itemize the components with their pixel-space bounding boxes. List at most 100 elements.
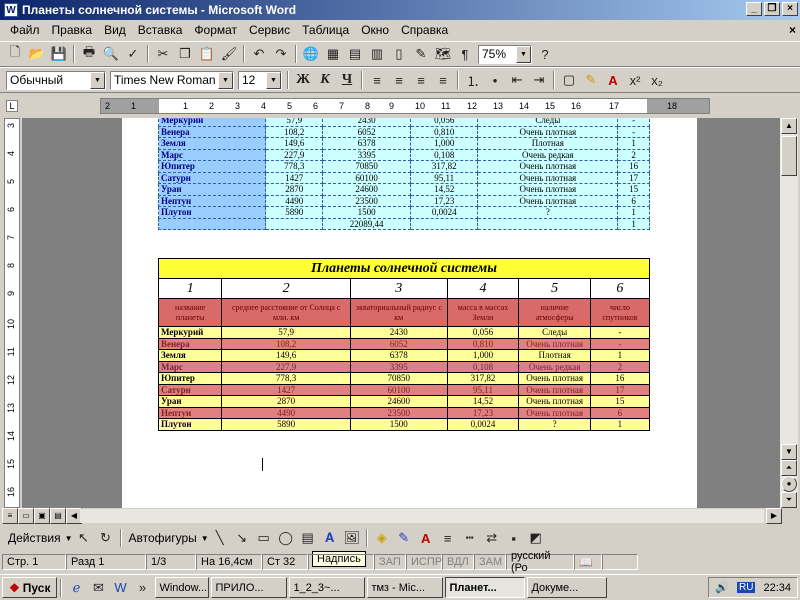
line-style-icon[interactable]: ≡ (437, 527, 459, 549)
table-cell[interactable]: Очень плотная (477, 194, 619, 207)
arrow-style-icon[interactable]: ⇄ (481, 527, 503, 549)
column-number[interactable]: 4 (446, 278, 520, 299)
spelling-icon[interactable]: ✓ (122, 43, 144, 65)
planet-name-cell[interactable]: Нептун (157, 406, 223, 419)
table-cell[interactable]: 4490 (265, 194, 324, 207)
task-tmz[interactable]: тмз - Mic... (367, 577, 444, 598)
actions-menu[interactable]: Действия (4, 531, 65, 545)
table-cell[interactable]: 2 (617, 148, 650, 161)
table-cell[interactable]: 1500 (349, 418, 448, 431)
highlight-icon[interactable]: ✎ (580, 69, 602, 91)
scroll-down-icon[interactable]: ▼ (781, 444, 797, 460)
style-select[interactable]: Обычный ▼ (6, 70, 106, 90)
restore-button[interactable]: ❐ (764, 2, 780, 16)
planet-name-cell[interactable]: Юпитер (157, 372, 223, 385)
select-objects-icon[interactable]: ↖ (73, 527, 95, 549)
bullets-icon[interactable]: • (484, 69, 506, 91)
spelling-status-icon[interactable]: 📖 (574, 554, 602, 570)
table-cell[interactable]: 149,6 (221, 349, 351, 362)
planet-name-cell[interactable]: Венера (157, 337, 223, 350)
task-window[interactable]: Window... (155, 577, 210, 598)
planet-name-cell[interactable]: Марс (157, 148, 267, 161)
table-title[interactable]: Планеты солнечной системы (158, 258, 650, 279)
chevron-down-icon[interactable]: ▼ (218, 71, 233, 89)
planet-name-cell[interactable]: Земля (157, 349, 223, 362)
table-cell[interactable] (410, 217, 479, 230)
font-color-icon[interactable]: A (602, 69, 624, 91)
table-cell[interactable]: 1 (617, 137, 650, 150)
planets-table-top[interactable]: Меркурий 57,9 2430 0,056 Следы - Венера 108,2 60… (157, 118, 650, 230)
table-cell[interactable]: 1,000 (410, 137, 479, 150)
table-cell[interactable]: 23500 (322, 194, 412, 207)
bold-button[interactable]: Ж (292, 69, 314, 91)
align-center-icon[interactable]: ≡ (388, 69, 410, 91)
vertical-ruler[interactable]: 3 4 5 6 7 8 9 10 11 12 13 14 15 16 (4, 118, 20, 508)
table-cell[interactable]: 15 (589, 395, 651, 408)
table-cell[interactable] (477, 217, 619, 230)
language-indicator[interactable]: RU (737, 582, 756, 593)
font-select[interactable]: Times New Roman ▼ (110, 70, 234, 90)
vertical-scrollbar[interactable]: ▲ ▼ ⏶ ● ⏷ (780, 118, 798, 508)
table-cell[interactable]: 6378 (322, 137, 412, 150)
chevron-down-icon[interactable]: ▼ (266, 71, 281, 89)
table-cell[interactable]: 778,3 (221, 372, 351, 385)
column-header[interactable]: экваториальный радиус с км (349, 298, 448, 327)
table-cell[interactable]: Очень плотная (477, 125, 619, 138)
previous-page-icon[interactable]: ⏶ (781, 460, 797, 476)
table-cell[interactable]: Очень редкая (518, 360, 591, 373)
planet-name-cell[interactable]: Уран (157, 183, 267, 196)
menu-table[interactable]: Таблица (296, 23, 355, 37)
planet-name-cell[interactable]: Уран (157, 395, 223, 408)
column-number[interactable]: 5 (518, 278, 591, 299)
scroll-track[interactable] (80, 509, 764, 523)
print-icon[interactable]: 🖶 (78, 43, 100, 65)
task-document[interactable]: Докуме... (527, 577, 608, 598)
table-cell[interactable]: 317,82 (410, 160, 479, 173)
drawing-icon[interactable]: ✎ (410, 43, 432, 65)
table-cell[interactable]: 57,9 (221, 326, 351, 339)
chevron-down-icon[interactable]: ▼ (516, 45, 531, 63)
table-cell[interactable]: Очень плотная (518, 395, 591, 408)
planet-name-cell[interactable]: Меркурий (157, 326, 223, 339)
tab-selector[interactable]: L (6, 100, 18, 112)
line-color-icon[interactable]: ✎ (393, 527, 415, 549)
column-header[interactable]: число спутников (589, 298, 651, 327)
decrease-indent-icon[interactable]: ⇤ (506, 69, 528, 91)
menu-insert[interactable]: Вставка (132, 23, 189, 37)
table-cell[interactable]: - (617, 125, 650, 138)
table-cell[interactable]: Очень плотная (518, 372, 591, 385)
table-cell[interactable]: 24600 (349, 395, 448, 408)
planet-name-cell[interactable]: Юпитер (157, 160, 267, 173)
dash-style-icon[interactable]: ┅ (459, 527, 481, 549)
table-cell[interactable]: 0,0024 (446, 418, 520, 431)
subscript-icon[interactable]: x₂ (646, 69, 668, 91)
table-cell[interactable]: 1 (617, 206, 650, 219)
table-cell[interactable]: 22089,44 (322, 217, 412, 230)
table-cell[interactable]: 4490 (221, 406, 351, 419)
planet-name-cell[interactable]: Сатурн (157, 171, 267, 184)
planet-name-cell[interactable]: Сатурн (157, 383, 223, 396)
superscript-icon[interactable]: x² (624, 69, 646, 91)
free-rotate-icon[interactable]: ↻ (95, 527, 117, 549)
new-document-icon[interactable]: 🗋 (4, 43, 26, 65)
table-cell[interactable]: Следы (518, 326, 591, 339)
document-map-icon[interactable]: 🗺 (432, 43, 454, 65)
table-cell[interactable]: 2430 (349, 326, 448, 339)
chevron-down-icon[interactable]: ▼ (65, 534, 73, 543)
status-rec[interactable]: ЗАП (374, 554, 406, 570)
planets-table-main[interactable]: Планеты солнечной системы 1 2 3 4 5 6 название … (157, 258, 651, 431)
table-cell[interactable]: 2430 (322, 118, 412, 127)
print-layout-icon[interactable]: ▣ (34, 508, 50, 524)
shadow-icon[interactable]: ▪ (503, 527, 525, 549)
table-cell[interactable]: 95,11 (410, 171, 479, 184)
chevron-down-icon[interactable]: ▼ (201, 534, 209, 543)
table-cell[interactable]: 16 (617, 160, 650, 173)
zoom-select[interactable]: 75% ▼ (478, 44, 532, 64)
column-number[interactable]: 3 (349, 278, 448, 299)
table-cell[interactable]: 0,0024 (410, 206, 479, 219)
table-cell[interactable]: 0,108 (446, 360, 520, 373)
tables-borders-icon[interactable]: ▦ (322, 43, 344, 65)
menu-edit[interactable]: Правка (46, 23, 99, 37)
table-cell[interactable]: 24600 (322, 183, 412, 196)
table-cell[interactable]: 227,9 (221, 360, 351, 373)
